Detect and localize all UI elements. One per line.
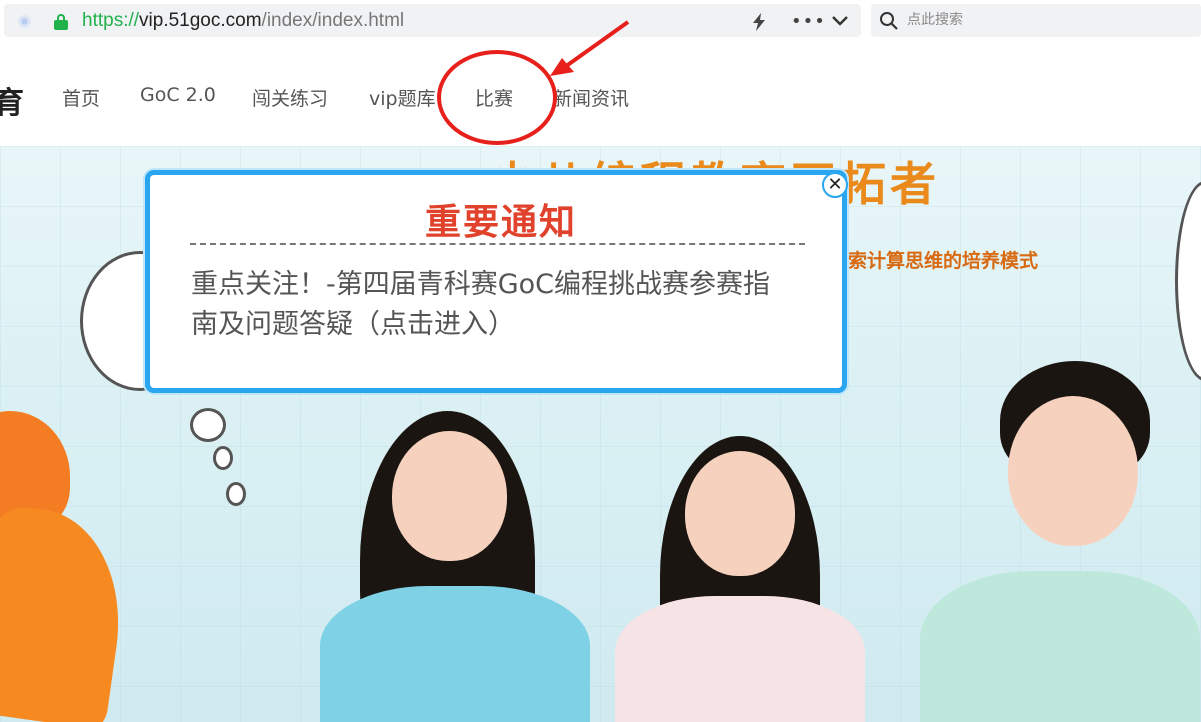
site-logo[interactable]: 育 [0, 78, 24, 122]
more-options-icon[interactable]: ••• [791, 11, 826, 32]
close-icon[interactable]: ✕ [822, 172, 848, 198]
chevron-down-icon[interactable] [830, 14, 850, 28]
lock-icon[interactable] [54, 14, 68, 30]
annotation-arrow-icon [550, 20, 630, 76]
search-icon[interactable] [879, 11, 899, 31]
search-input[interactable] [907, 9, 1187, 31]
modal-divider [190, 243, 805, 245]
modal-title: 重要通知 [424, 202, 577, 243]
child-figure [920, 361, 1200, 722]
nav-item-home[interactable]: 首页 [62, 84, 100, 111]
nav-item-news[interactable]: 新闻资讯 [553, 84, 629, 111]
thought-bubble [190, 408, 226, 442]
address-bar[interactable]: https://vip.51goc.com/index/index.html •… [4, 4, 861, 37]
child-figure [320, 411, 590, 722]
annotation-circle [437, 50, 557, 145]
nav-item-practice[interactable]: 闯关练习 [252, 84, 328, 111]
browser-search-box [871, 4, 1201, 37]
url-protocol: https:// [82, 10, 140, 31]
child-figure [615, 436, 865, 722]
notice-modal: 重要通知 重点关注！-第四届青科赛GoC编程挑战赛参赛指南及问题答疑（点击进入） [145, 170, 847, 393]
thought-bubble [226, 482, 246, 506]
nav-item-vip-questions[interactable]: vip题库 [369, 84, 436, 111]
url-text[interactable]: https://vip.51goc.com/index/index.html [82, 10, 404, 32]
url-host: vip.51goc.com [139, 10, 262, 31]
thought-bubble [213, 446, 233, 470]
nav-item-goc2[interactable]: GoC 2.0 [140, 84, 216, 106]
notice-link[interactable]: 重点关注！-第四届青科赛GoC编程挑战赛参赛指南及问题答疑（点击进入） [191, 265, 791, 345]
bolt-icon[interactable] [751, 13, 767, 31]
hero-subtitle: 索计算思维的培养模式 [848, 250, 1039, 272]
url-path: /index/index.html [261, 10, 405, 31]
site-favicon-icon [18, 15, 31, 28]
